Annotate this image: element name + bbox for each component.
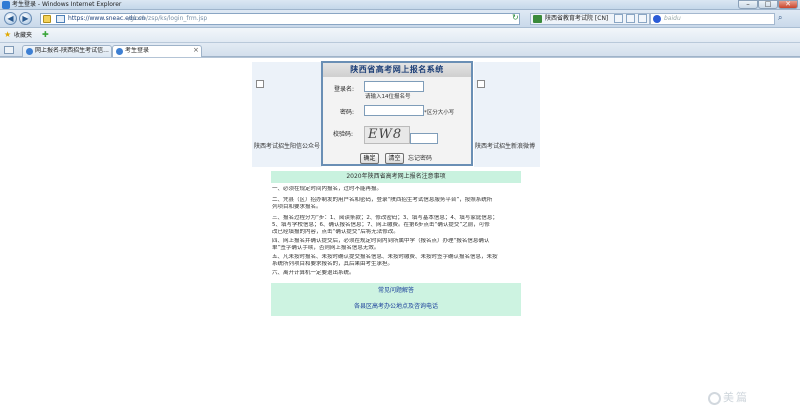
forgot-password-link[interactable]: 忘记密码 bbox=[408, 155, 432, 163]
left-banner[interactable] bbox=[252, 62, 322, 167]
notice-line: 系统所列项目和要求报名的，其后果由考生承担。 bbox=[272, 261, 394, 267]
notice-line: 二、凭县（区）招办制发的用户名和密码，登录“陕西招生考试信息服务平台”，按照系统… bbox=[272, 197, 493, 203]
favorites-bar bbox=[0, 28, 800, 43]
site-identity[interactable]: 陕西省教育考试院 [CN] bbox=[545, 14, 608, 23]
minimize-button[interactable]: – bbox=[738, 0, 758, 9]
notice-line: 一、必须在规定时间内报名，过时不能再报。 bbox=[272, 186, 383, 192]
password-input[interactable] bbox=[364, 105, 424, 116]
compatibility-icon[interactable] bbox=[43, 15, 51, 23]
notice-line: 改已经填报的内容，点击“确认提交”后将无法修改。 bbox=[272, 229, 399, 235]
url-path[interactable]: /gkwb/zsp/ks/login_frm.jsp bbox=[128, 14, 207, 23]
baidu-icon bbox=[653, 15, 661, 23]
search-placeholder: baidu bbox=[664, 15, 681, 22]
notice-line: 5、填写学校信息；6、确认报名信息；7、网上缴费。在第6步点击“确认提交”之前，… bbox=[272, 222, 490, 228]
window-title: 考生登录 - Windows Internet Explorer bbox=[12, 1, 122, 8]
login-title: 陕西省高考网上报名系统 bbox=[323, 63, 471, 77]
faq-link[interactable]: 常见问题解答 bbox=[271, 286, 521, 295]
watermark-logo-icon bbox=[708, 392, 721, 405]
username-input[interactable] bbox=[364, 81, 424, 92]
notice-line: 四、网上报名并确认提交后，必须在规定时间内到所属中学（报名点）办理“报名信息确认 bbox=[272, 238, 490, 244]
broken-image-icon bbox=[256, 80, 264, 88]
add-favorite-icon[interactable]: ✚ bbox=[42, 30, 49, 40]
stop-icon[interactable] bbox=[638, 14, 647, 23]
contact-phone-link[interactable]: 各县区高考办公地点及咨询电话 bbox=[271, 302, 521, 311]
captcha-input[interactable] bbox=[410, 133, 438, 144]
toolbar-icon-1[interactable] bbox=[614, 14, 623, 23]
favorites-button[interactable]: 收藏夹 bbox=[14, 31, 32, 40]
maximize-button[interactable]: □ bbox=[758, 0, 778, 9]
quick-tabs-icon[interactable] bbox=[4, 46, 14, 54]
captcha-label: 校验码: bbox=[333, 131, 354, 138]
notice-line: 五、凡未按时报名、未按时确认提交报名信息、未按时缴费、未按时签字确认报名信息，未… bbox=[272, 254, 498, 260]
wechat-account-label[interactable]: 陕西考试招生阳信公众号 bbox=[254, 143, 320, 151]
tab-label: 网上报名-陕西招生考试信... bbox=[35, 47, 109, 54]
weibo-account-label[interactable]: 陕西考试招生新浪微博 bbox=[475, 143, 535, 151]
right-banner[interactable] bbox=[474, 62, 540, 167]
password-label: 密码: bbox=[340, 109, 355, 116]
notice-line: 单”签字确认手续，否则网上报名信息无效。 bbox=[272, 245, 380, 251]
captcha-text: EW8 bbox=[368, 127, 403, 142]
close-window-button[interactable]: ✕ bbox=[778, 0, 798, 9]
tab-ie-icon bbox=[116, 48, 123, 55]
notice-line: 三、报名过程分为“步：1、阅读条款；2、修改密码；3、填写基本信息；4、填写家庭… bbox=[272, 215, 498, 221]
toolbar-icon-2[interactable] bbox=[626, 14, 635, 23]
username-hint: 请输入14位报名号 bbox=[365, 94, 411, 100]
broken-image-icon bbox=[477, 80, 485, 88]
close-tab-icon[interactable]: × bbox=[193, 46, 199, 55]
tab-label: 考生登录 bbox=[125, 47, 150, 54]
back-button[interactable]: ◀ bbox=[4, 12, 17, 25]
username-label: 登录名: bbox=[334, 86, 355, 93]
notice-line: 六、离开计算机一定要退出系统。 bbox=[272, 270, 355, 276]
clear-button[interactable]: 清空 bbox=[385, 153, 404, 164]
page-icon bbox=[56, 15, 65, 23]
watermark: 美篇 bbox=[723, 391, 749, 404]
submit-button[interactable]: 确定 bbox=[360, 153, 379, 164]
password-hint: *区分大小写 bbox=[424, 110, 455, 116]
tab-ie-icon bbox=[26, 48, 33, 55]
security-lock-icon bbox=[533, 15, 542, 23]
search-icon[interactable]: ⌕ bbox=[778, 13, 782, 22]
favorites-star-icon[interactable]: ★ bbox=[4, 30, 11, 40]
notice-line: 列项目和要求报名。 bbox=[272, 204, 322, 210]
ie-logo-icon bbox=[2, 1, 10, 9]
refresh-icon[interactable]: ↻ bbox=[512, 13, 519, 22]
notice-title: 2020年陕西省高考网上报名注意事项 bbox=[271, 171, 521, 183]
forward-button[interactable]: ▶ bbox=[19, 12, 32, 25]
